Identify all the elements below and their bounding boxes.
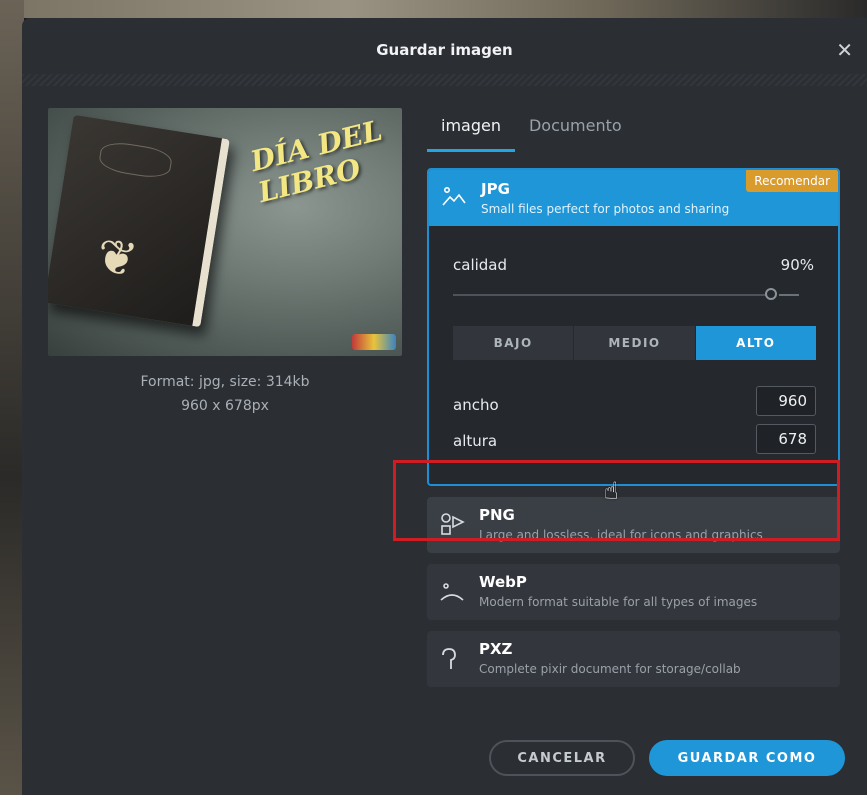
preset-medium-button[interactable]: MEDIO xyxy=(574,326,696,360)
webp-icon xyxy=(439,578,465,604)
shapes-icon xyxy=(439,511,465,537)
height-label: altura xyxy=(453,432,498,450)
webp-name: WebP xyxy=(479,573,527,591)
width-input[interactable]: 960 xyxy=(756,386,816,416)
book-illustration: ❦ xyxy=(48,114,230,328)
format-option-webp[interactable]: WebP Modern format suitable for all type… xyxy=(427,564,840,620)
quality-slider-rest xyxy=(779,294,799,296)
quality-value: 90% xyxy=(780,256,814,274)
png-name: PNG xyxy=(479,506,515,524)
photo-icon xyxy=(441,184,467,210)
book-ornament xyxy=(97,139,174,181)
tab-imagen[interactable]: imagen xyxy=(427,112,515,152)
background-canvas-left xyxy=(0,0,24,795)
format-option-jpg[interactable]: JPG Small files perfect for photos and s… xyxy=(427,168,840,486)
hand-cursor-icon: ☝ xyxy=(604,477,619,505)
preview-logo xyxy=(352,334,396,350)
jpg-header[interactable]: JPG Small files perfect for photos and s… xyxy=(429,170,838,226)
header-divider xyxy=(22,74,867,86)
jpg-name: JPG xyxy=(481,180,510,198)
pin-icon xyxy=(439,645,465,671)
jpg-description: Small files perfect for photos and shari… xyxy=(481,202,730,216)
background-canvas-top xyxy=(0,0,867,18)
save-image-dialog: Guardar imagen ✕ ❦ DÍA DEL LIBRO Format:… xyxy=(22,18,867,795)
preset-high-button[interactable]: ALTO xyxy=(695,326,817,360)
tab-documento[interactable]: Documento xyxy=(515,112,636,152)
recommended-badge: Recomendar xyxy=(746,170,838,192)
leaf-icon: ❦ xyxy=(92,227,142,290)
tab-bar: imagen Documento xyxy=(427,112,636,152)
quality-label: calidad xyxy=(453,256,508,274)
pxz-name: PXZ xyxy=(479,640,513,658)
preset-low-button[interactable]: BAJO xyxy=(453,326,575,360)
png-description: Large and lossless, ideal for icons and … xyxy=(479,528,763,542)
dialog-title: Guardar imagen xyxy=(376,41,513,59)
webp-description: Modern format suitable for all types of … xyxy=(479,595,758,609)
close-icon[interactable]: ✕ xyxy=(836,38,853,62)
format-option-png[interactable]: PNG Large and lossless, ideal for icons … xyxy=(427,497,840,553)
dialog-header: Guardar imagen ✕ xyxy=(22,18,867,82)
quality-slider-thumb[interactable] xyxy=(765,288,777,300)
save-as-button[interactable]: GUARDAR COMO xyxy=(649,740,845,776)
preview-info: Format: jpg, size: 314kb 960 x 678px xyxy=(48,370,402,418)
quality-slider-track[interactable] xyxy=(453,294,773,296)
format-option-pxz[interactable]: PXZ Complete pixir document for storage/… xyxy=(427,631,840,687)
width-label: ancho xyxy=(453,396,499,414)
cancel-button[interactable]: CANCELAR xyxy=(489,740,635,776)
pxz-description: Complete pixir document for storage/coll… xyxy=(479,662,741,676)
image-dimensions: 960 x 678px xyxy=(181,398,269,414)
format-info: Format: jpg, size: 314kb xyxy=(140,374,310,390)
quality-preset-group: BAJO MEDIO ALTO xyxy=(453,326,817,360)
image-preview: ❦ DÍA DEL LIBRO xyxy=(48,108,402,356)
preview-image-title: DÍA DEL LIBRO xyxy=(247,113,386,210)
height-input[interactable]: 678 xyxy=(756,424,816,454)
